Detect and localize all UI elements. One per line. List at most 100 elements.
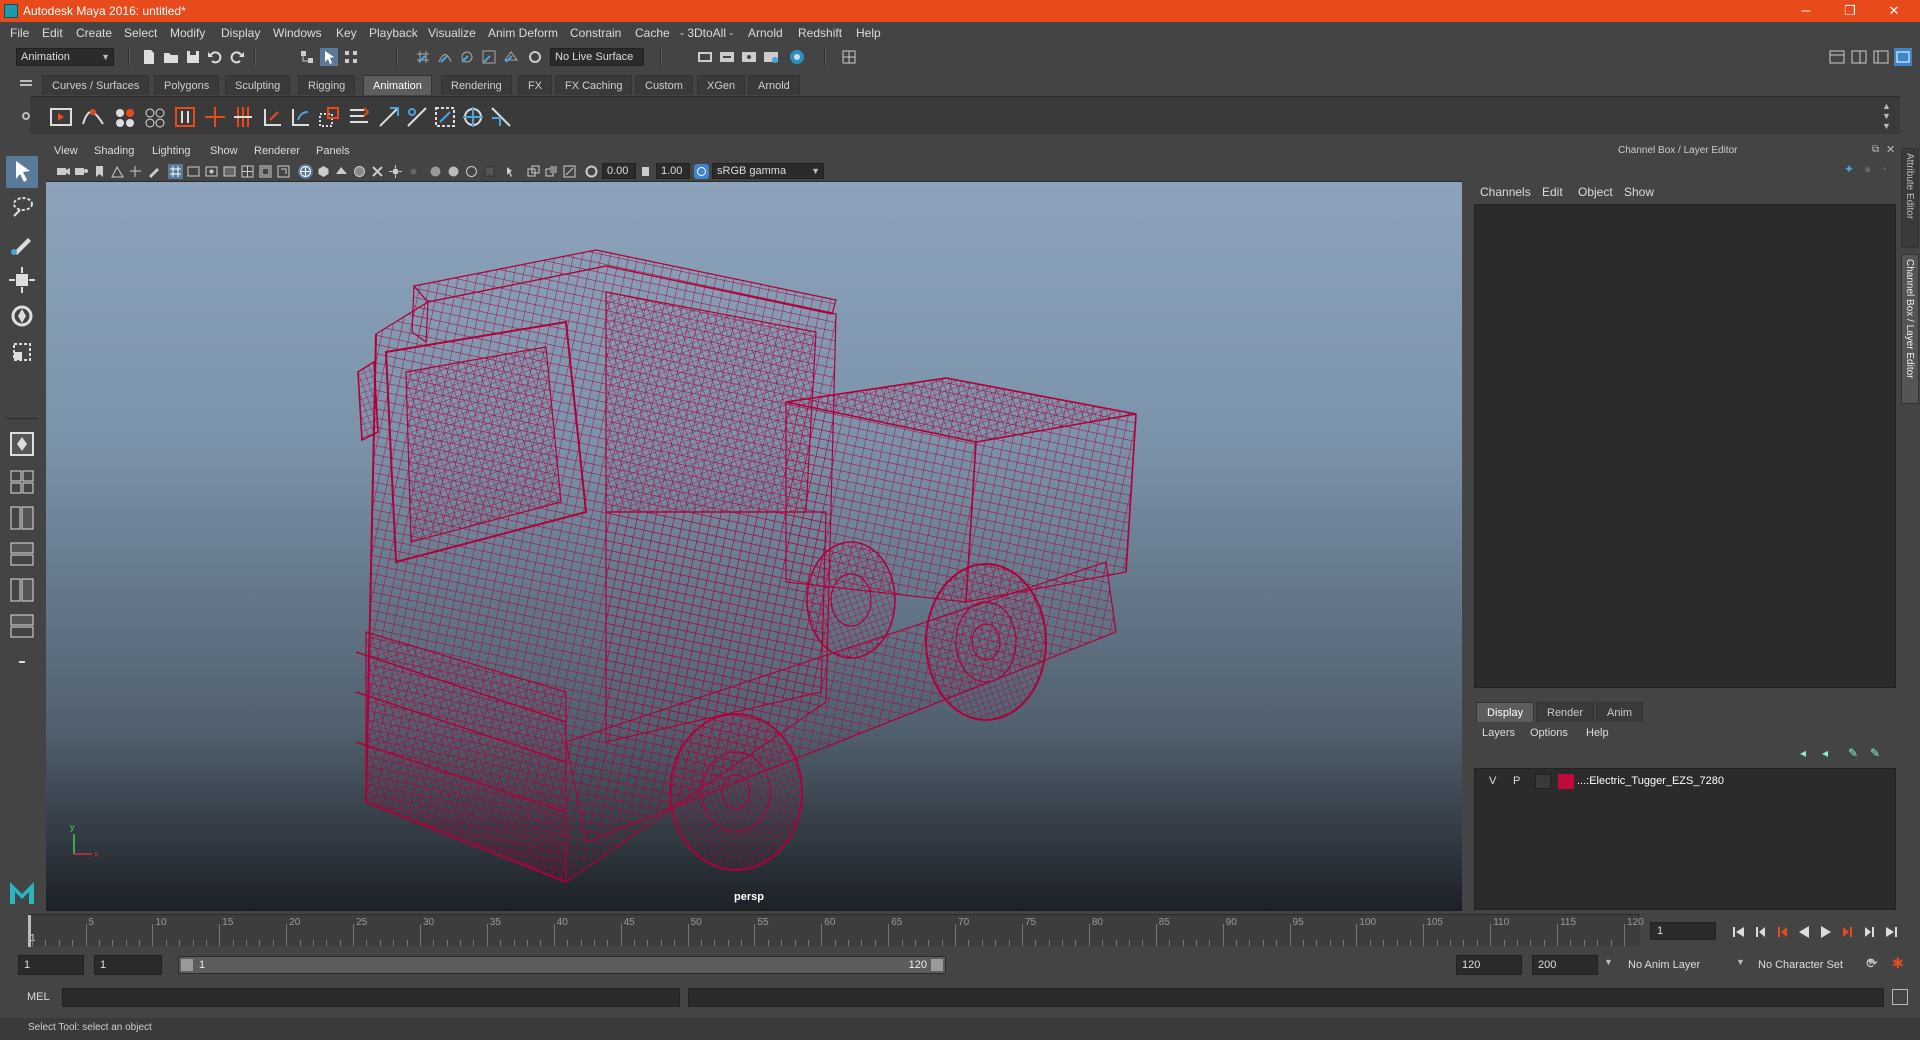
float-panel-icon[interactable]: ⧉ [1872, 144, 1879, 155]
image-plane-icon[interactable] [110, 164, 125, 179]
hypershade-icon[interactable] [762, 48, 780, 66]
menu-visualize[interactable]: Visualize [428, 26, 476, 40]
playblast-icon[interactable] [48, 104, 74, 130]
tab-fx[interactable]: FX [518, 75, 553, 95]
isolate-select-icon[interactable] [504, 164, 519, 179]
range-end-handle[interactable] [931, 959, 943, 971]
normal-constraint-icon[interactable] [460, 104, 486, 130]
range-slider[interactable]: 1 120 [178, 956, 946, 974]
tab-curves-surfaces[interactable]: Curves / Surfaces [42, 75, 150, 95]
menu-playback[interactable]: Playback [369, 26, 418, 40]
step-forward-key-icon[interactable] [1840, 924, 1856, 940]
snap-curve-icon[interactable] [436, 48, 454, 66]
multisample-aa-icon[interactable] [464, 164, 479, 179]
gamma-icon[interactable] [638, 164, 653, 179]
tab-render[interactable]: Render [1536, 702, 1595, 722]
shelf-scroll-arrows[interactable]: ▲ ▼ ▼ [1882, 101, 1892, 131]
menu-set-dropdown[interactable]: Animation ▼ [16, 48, 114, 66]
playback-start-field[interactable]: 1 [94, 955, 162, 975]
go-to-start-icon[interactable] [1730, 924, 1746, 940]
vp-menu-show[interactable]: Show [210, 145, 238, 157]
auto-key-icon[interactable]: ⟳ [1866, 955, 1878, 972]
tab-sculpting[interactable]: Sculpting [225, 75, 291, 95]
wireframe-on-shaded-icon[interactable] [352, 164, 367, 179]
menu-file[interactable]: File [10, 26, 29, 40]
select-component-icon[interactable] [342, 48, 360, 66]
arnold-render-icon[interactable] [788, 48, 806, 66]
le-menu-layers[interactable]: Layers [1482, 727, 1515, 739]
menu-help[interactable]: Help [856, 26, 881, 40]
tab-fx-caching[interactable]: FX Caching [555, 75, 633, 95]
ipr-render-icon[interactable] [718, 48, 736, 66]
grid-toggle-icon[interactable] [168, 164, 183, 179]
tab-attribute-editor[interactable]: Attribute Editor [1901, 148, 1919, 248]
menu-create[interactable]: Create [76, 26, 112, 40]
safe-action-icon[interactable] [258, 164, 273, 179]
film-gate-icon[interactable] [186, 164, 201, 179]
step-back-frame-icon[interactable] [1752, 924, 1768, 940]
go-to-end-icon[interactable] [1884, 924, 1900, 940]
le-menu-options[interactable]: Options [1530, 727, 1568, 739]
grease-pencil-icon[interactable] [146, 164, 161, 179]
channel-box-attr-icon[interactable]: ● [1864, 162, 1871, 176]
ambient-occlusion-icon[interactable] [428, 164, 443, 179]
vp-menu-shading[interactable]: Shading [94, 145, 134, 157]
redo-icon[interactable] [228, 48, 246, 66]
character-set-dropdown[interactable]: No Character Set [1752, 955, 1868, 975]
xray-icon[interactable] [370, 164, 385, 179]
tool-settings-icon[interactable] [1872, 48, 1890, 66]
menu-modify[interactable]: Modify [170, 26, 205, 40]
menu-redshift[interactable]: Redshift [798, 26, 842, 40]
layer-display-type-toggle[interactable] [1535, 774, 1551, 789]
move-layer-down-icon[interactable]: ◂ [1822, 746, 1828, 760]
motion-trail-icon[interactable] [80, 104, 106, 130]
paint-select-tool-icon[interactable] [6, 228, 38, 260]
new-empty-layer-icon[interactable]: ✎ [1848, 746, 1858, 760]
select-object-icon[interactable] [320, 48, 338, 66]
menu-display[interactable]: Display [221, 26, 260, 40]
select-hierarchy-icon[interactable] [298, 48, 316, 66]
open-scene-icon[interactable] [162, 48, 180, 66]
step-forward-frame-icon[interactable] [1862, 924, 1878, 940]
chevron-down-icon[interactable]: ▼ [1604, 957, 1613, 967]
transform-mode-icon[interactable] [840, 48, 858, 66]
tab-anim[interactable]: Anim [1596, 702, 1644, 722]
tab-rendering[interactable]: Rendering [441, 75, 512, 95]
wireframe-shading-icon[interactable] [298, 164, 313, 179]
menu-anim-deform[interactable]: Anim Deform [488, 26, 558, 40]
animation-end-field[interactable]: 200 [1532, 955, 1598, 975]
vp-menu-view[interactable]: View [54, 145, 78, 157]
tab-custom[interactable]: Custom [635, 75, 693, 95]
tangent-constraint-icon[interactable] [488, 104, 514, 130]
exposure-field[interactable]: 0.00 [602, 163, 636, 179]
menu-edit[interactable]: Edit [42, 26, 63, 40]
ik-handle-icon[interactable] [230, 104, 256, 130]
menu-3dtoall[interactable]: - 3DtoAll - [680, 26, 733, 40]
ghost-icon[interactable] [112, 104, 138, 130]
menu-select[interactable]: Select [124, 26, 157, 40]
layer-row[interactable]: V P ...:Electric_Tugger_EZS_7280 [1479, 773, 1889, 791]
orient-constraint-icon[interactable] [288, 104, 314, 130]
move-tool-icon[interactable] [6, 264, 38, 296]
camera-select-icon[interactable] [56, 164, 71, 179]
play-forwards-icon[interactable] [1818, 924, 1834, 940]
snap-view-plane-icon[interactable] [480, 48, 498, 66]
new-scene-icon[interactable] [140, 48, 158, 66]
more-layouts-icon[interactable] [6, 646, 38, 678]
electric-tugger-wireframe[interactable]: y x [46, 182, 1462, 911]
aim-constraint-icon[interactable] [376, 104, 402, 130]
layer-color-swatch[interactable] [1558, 774, 1574, 789]
tab-display[interactable]: Display [1476, 702, 1535, 722]
safe-title-icon[interactable] [276, 164, 291, 179]
menu-arnold[interactable]: Arnold [748, 26, 783, 40]
2d-pan-zoom-icon[interactable] [128, 164, 143, 179]
default-material-icon[interactable] [334, 164, 349, 179]
channel-box-settings-icon[interactable]: ◔ [1880, 162, 1887, 176]
animation-start-field[interactable]: 1 [18, 955, 84, 975]
layer-playback-toggle[interactable]: P [1513, 775, 1520, 787]
pole-vector-icon[interactable] [404, 104, 430, 130]
point-constraint-icon[interactable] [260, 104, 286, 130]
layer-name[interactable]: ...:Electric_Tugger_EZS_7280 [1577, 775, 1724, 787]
layer-visibility-toggle[interactable]: V [1489, 775, 1496, 787]
scale-constraint-icon[interactable] [316, 104, 342, 130]
